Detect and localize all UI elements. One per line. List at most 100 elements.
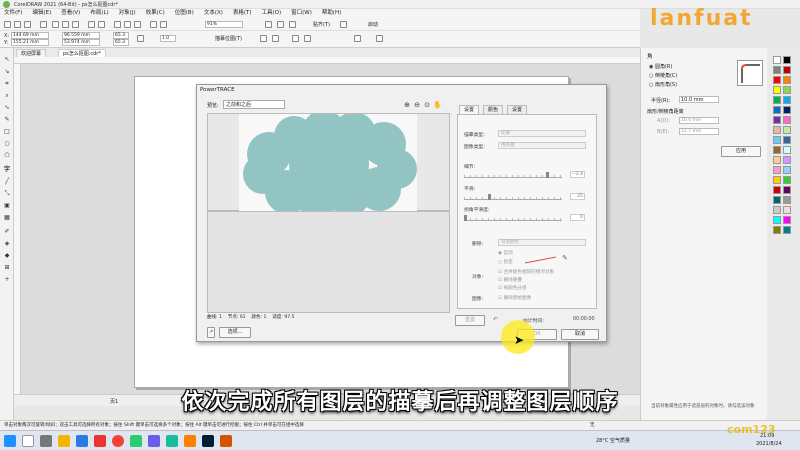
undo-icon[interactable] — [88, 21, 95, 28]
color-swatch[interactable] — [783, 56, 791, 64]
edge-icon[interactable] — [76, 435, 88, 447]
chamfer-corner-radio[interactable]: ○ 倒棱角(C) — [649, 72, 677, 79]
color-swatch[interactable] — [783, 166, 791, 174]
chrome-icon[interactable] — [112, 435, 124, 447]
width-field[interactable]: 96.559 mm — [62, 32, 100, 39]
preview-before-pane[interactable] — [207, 110, 450, 218]
color-swatch[interactable] — [773, 136, 781, 144]
fullscreen-icon[interactable] — [160, 21, 167, 28]
color-swatch[interactable] — [783, 196, 791, 204]
color-swatch[interactable] — [783, 156, 791, 164]
shape-tool-icon[interactable]: ↘ — [3, 68, 11, 76]
import-icon[interactable] — [124, 21, 131, 28]
menu-object[interactable]: 对象(J) — [119, 9, 136, 18]
save-icon[interactable] — [24, 21, 31, 28]
menu-bitmaps[interactable]: 位图(B) — [175, 9, 194, 18]
distance-b-field[interactable]: 12.7 mm — [679, 128, 719, 135]
ellipse-tool-icon[interactable]: ○ — [3, 140, 11, 148]
menu-file[interactable]: 文件(F) — [4, 9, 22, 18]
color-swatch[interactable] — [783, 186, 791, 194]
preview-after-pane[interactable] — [207, 211, 450, 313]
color-swatch[interactable] — [773, 146, 781, 154]
mirror-horizontal-icon[interactable] — [260, 35, 267, 42]
file-explorer-icon[interactable] — [58, 435, 70, 447]
specify-radio[interactable]: ○ 指定 — [498, 259, 513, 265]
color-swatch[interactable] — [783, 206, 791, 214]
menu-edit[interactable]: 编辑(E) — [32, 9, 51, 18]
show-rulers-icon[interactable] — [277, 21, 284, 28]
undo-trace-icon[interactable]: ↶ — [493, 316, 498, 323]
eyedropper-icon[interactable]: ✎ — [562, 254, 568, 262]
parallel-dimension-icon[interactable]: ╱ — [3, 178, 11, 186]
zoom-out-icon[interactable]: ⊖ — [413, 101, 421, 109]
merge-adjacent-checkbox[interactable]: 合并颜色相同的相邻对象 — [498, 269, 555, 275]
color-swatch[interactable] — [773, 66, 781, 74]
menu-view[interactable]: 查看(V) — [61, 9, 80, 18]
menu-text[interactable]: 文本(X) — [204, 9, 223, 18]
radius-field[interactable]: 10.0 mm — [679, 96, 719, 103]
detail-slider[interactable] — [464, 172, 562, 178]
mirror-vertical-icon[interactable] — [272, 35, 279, 42]
color-swatch[interactable] — [783, 96, 791, 104]
crop-tool-icon[interactable]: ⌗ — [3, 80, 11, 88]
color-swatch[interactable] — [773, 56, 781, 64]
wrap-text-icon[interactable] — [354, 35, 361, 42]
eyedropper-tool-icon[interactable]: ✐ — [3, 228, 11, 236]
horizontal-ruler[interactable] — [14, 57, 640, 64]
image-type-select[interactable]: 线条图 — [498, 142, 586, 149]
pick-tool-icon[interactable]: ↖ — [3, 56, 11, 64]
color-swatch[interactable] — [783, 76, 791, 84]
scale-width-field[interactable]: 65.3 — [113, 32, 129, 39]
weather-text[interactable]: 28°C 空气质量 — [596, 437, 630, 444]
print-icon[interactable] — [40, 21, 47, 28]
corner-value-field[interactable]: 0 — [570, 214, 585, 221]
clock-date[interactable]: 2021/8/24 — [756, 441, 782, 447]
scale-height-field[interactable]: 65.3 — [113, 39, 129, 46]
detail-value-field[interactable]: —2.4 — [570, 171, 585, 178]
edit-bitmap-icon[interactable] — [292, 35, 299, 42]
x-position-field[interactable]: 144.69 mm — [11, 32, 49, 39]
trace-type-select[interactable]: 轮廓 — [498, 130, 586, 137]
redo-icon[interactable] — [98, 21, 105, 28]
round-corner-radio[interactable]: ◉ 圆角(R) — [649, 63, 672, 70]
color-swatch[interactable] — [783, 146, 791, 154]
color-swatch[interactable] — [783, 126, 791, 134]
connector-tool-icon[interactable]: ⤡ — [3, 190, 11, 198]
illustrator-icon[interactable] — [184, 435, 196, 447]
new-document-icon[interactable] — [4, 21, 11, 28]
options-button[interactable]: 选项... — [219, 327, 251, 338]
copy-icon[interactable] — [62, 21, 69, 28]
options-gear-icon[interactable] — [340, 21, 347, 28]
y-position-field[interactable]: 155.21 mm — [11, 39, 49, 46]
launch-menu[interactable]: 启动 — [368, 21, 378, 28]
smart-fill-icon[interactable]: ◆ — [3, 252, 11, 260]
color-swatch[interactable] — [783, 116, 791, 124]
add-tool-icon[interactable]: + — [3, 276, 11, 284]
color-swatch[interactable] — [783, 216, 791, 224]
remove-original-checkbox[interactable]: 删除原始图像 — [498, 295, 532, 301]
browser-icon[interactable] — [94, 435, 106, 447]
color-swatch[interactable] — [783, 226, 791, 234]
app3-icon[interactable] — [220, 435, 232, 447]
menu-layout[interactable]: 布局(L) — [90, 9, 108, 18]
trace-bitmap-button[interactable]: 描摹位图(T) — [215, 35, 242, 42]
snap-to-menu[interactable]: 贴齐(T) — [313, 21, 330, 28]
remove-select[interactable]: 背景颜色 — [498, 239, 586, 246]
tab-settings[interactable]: 设置 — [459, 105, 480, 114]
auto-radio[interactable]: ◉ 自动 — [498, 250, 513, 256]
transparency-tool-icon[interactable]: ▦ — [3, 214, 11, 222]
menu-help[interactable]: 帮助(H) — [322, 9, 341, 18]
smooth-slider[interactable] — [464, 194, 562, 200]
tab-welcome[interactable]: 欢迎屏幕 — [16, 49, 47, 57]
cancel-button[interactable]: 取消 — [561, 329, 599, 340]
coreldraw-icon[interactable] — [166, 435, 178, 447]
zoom-fit-icon[interactable]: ⊙ — [423, 101, 431, 109]
color-swatch[interactable] — [773, 176, 781, 184]
freehand-tool-icon[interactable]: ∿ — [3, 104, 11, 112]
cut-icon[interactable] — [52, 21, 59, 28]
polygon-tool-icon[interactable]: ⬠ — [3, 152, 11, 160]
menu-table[interactable]: 表格(T) — [233, 9, 252, 18]
app-icon[interactable] — [130, 435, 142, 447]
color-swatch[interactable] — [783, 86, 791, 94]
menu-tools[interactable]: 工具(O) — [262, 9, 282, 18]
